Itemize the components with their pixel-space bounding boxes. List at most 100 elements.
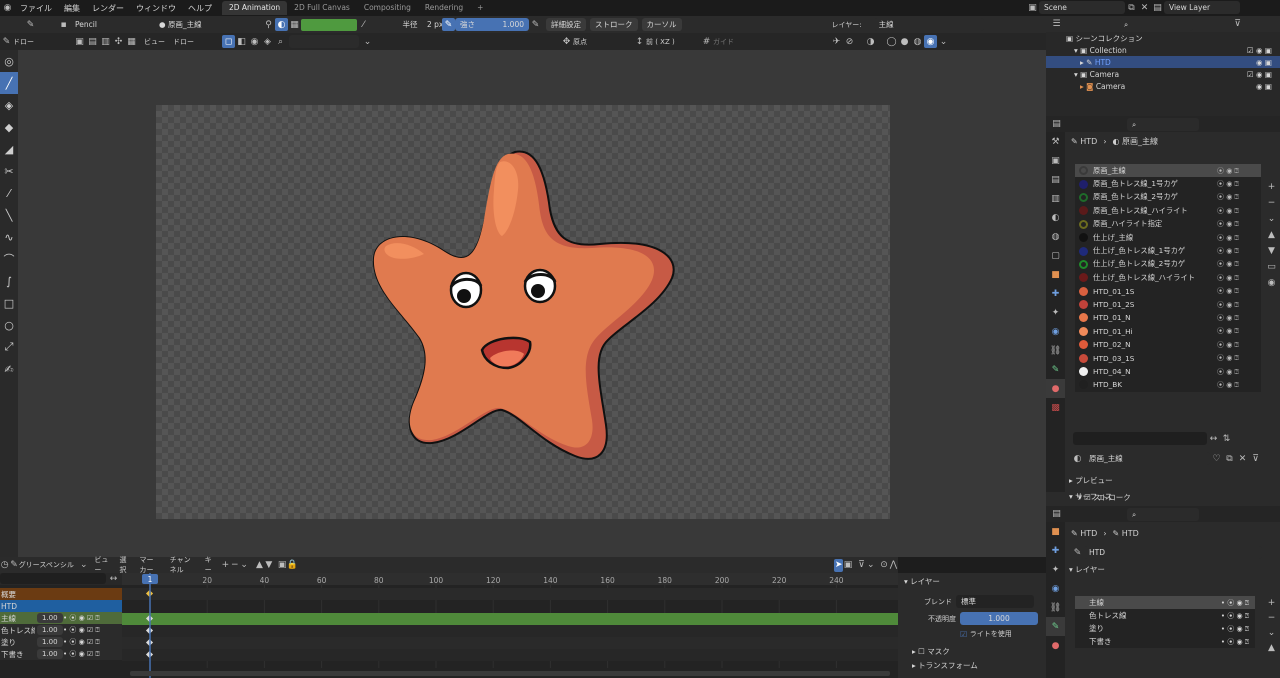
cutter-tool-icon[interactable]: ✂ xyxy=(0,160,18,182)
render-tab-icon[interactable]: ▣ xyxy=(1046,151,1065,170)
origin-dropdown[interactable]: 原点 xyxy=(573,37,633,47)
polyline-tool-icon[interactable]: ∿ xyxy=(0,226,18,248)
sort-icon[interactable]: ⇅ xyxy=(1220,432,1233,445)
layers-section[interactable]: ▾ レイヤー xyxy=(1065,563,1280,575)
layer-props-section[interactable]: ▾ レイヤー xyxy=(898,575,1046,587)
material-slot-toggles-icon[interactable]: ⦿ ◉ ⍰ xyxy=(1217,340,1239,350)
channel-toggles-icon[interactable]: • ⦿ ◉ ☑ ⍰ xyxy=(63,613,100,623)
overlay-icon[interactable]: ⊘ xyxy=(843,35,856,48)
color-swatch[interactable] xyxy=(301,18,357,31)
modifier-tab-icon[interactable]: ✚ xyxy=(1046,284,1065,303)
dopesheet-menu-channel[interactable]: チャンネル xyxy=(170,555,195,575)
only-selected-icon[interactable]: ⌄ xyxy=(866,559,875,572)
slot-lock-icon[interactable]: ▭ xyxy=(1265,260,1278,273)
mode-dropdown[interactable]: ドロー xyxy=(13,37,73,47)
select-mode-icon[interactable]: ▣ xyxy=(73,35,86,48)
tab-2d-animation[interactable]: 2D Animation xyxy=(222,1,288,15)
layer-field[interactable]: 主線 xyxy=(873,18,984,31)
blender-logo-icon[interactable]: ◉ xyxy=(1,2,14,15)
dopesheet-mode-chevron-icon[interactable]: ⌄ xyxy=(79,559,88,572)
material-slot-toggles-icon[interactable]: ⦿ ◉ ⍰ xyxy=(1217,206,1239,216)
material-slot-toggles-icon[interactable]: ⦿ ◉ ⍰ xyxy=(1217,233,1239,243)
layer-item[interactable]: 主線 • ⦿ ◉ ⍰ xyxy=(1075,596,1255,609)
data-tab-icon-2[interactable]: ✎ xyxy=(1046,617,1065,636)
material-slot[interactable]: 原画_色トレス線_ハイライト ⦿ ◉ ⍰ xyxy=(1075,204,1261,217)
world-tab-icon[interactable]: ◍ xyxy=(1046,227,1065,246)
duplicate-material-icon[interactable]: ⧉ xyxy=(1223,452,1236,465)
object-tab-icon-2[interactable]: ■ xyxy=(1046,522,1065,541)
wireframe-shading-icon[interactable]: ◯ xyxy=(885,35,898,48)
sort-alpha-icon[interactable]: ↔ xyxy=(1207,432,1220,445)
channel-opacity-field[interactable]: 1.00 xyxy=(37,625,63,635)
material-slot[interactable]: 仕上げ_色トレス線_1号カゲ ⦿ ◉ ⍰ xyxy=(1075,244,1261,257)
horizontal-scrollbar[interactable] xyxy=(130,671,890,676)
xray-icon[interactable]: ◑ xyxy=(864,35,877,48)
channel-toggles-icon[interactable]: • ⦿ ◉ ☑ ⍰ xyxy=(63,637,100,647)
camera-visibility-icon[interactable]: ☑ ◉ ▣ xyxy=(1247,70,1272,79)
object-tab-icon[interactable]: ■ xyxy=(1046,265,1065,284)
outliner-item-htd[interactable]: ▸ ✎ HTD ◉ ▣ xyxy=(1046,56,1280,68)
radius-value[interactable]: 2 px xyxy=(422,18,442,31)
outliner-item-collection[interactable]: ▾ ▣ Collection ☑ ◉ ▣ xyxy=(1046,44,1280,56)
physics-tab-icon[interactable]: ◉ xyxy=(1046,322,1065,341)
material-slot-toggles-icon[interactable]: ⦿ ◉ ⍰ xyxy=(1217,367,1239,377)
weight-icon[interactable]: ◈ xyxy=(261,35,274,48)
material-slot-toggles-icon[interactable]: ⦿ ◉ ⍰ xyxy=(1217,380,1239,390)
stroke-checkbox-icon[interactable]: ▾ ☑ xyxy=(1078,493,1093,502)
copy-scene-icon[interactable]: ⧉ xyxy=(1125,1,1138,14)
material-slot[interactable]: HTD_02_N ⦿ ◉ ⍰ xyxy=(1075,338,1261,351)
visibility-icon[interactable]: ☑ ◉ ▣ xyxy=(1247,46,1272,55)
menu-render[interactable]: レンダー xyxy=(86,3,130,14)
material-slot-toggles-icon[interactable]: ⦿ ◉ ⍰ xyxy=(1217,353,1239,363)
tab-2d-full-canvas[interactable]: 2D Full Canvas xyxy=(287,1,357,15)
material-slot[interactable]: 仕上げ_主線 ⦿ ◉ ⍰ xyxy=(1075,231,1261,244)
blend-dropdown[interactable]: 標準 xyxy=(956,595,1034,608)
remove-layer-icon[interactable]: − xyxy=(1265,611,1278,624)
annotate-tool-icon[interactable]: ✍ xyxy=(0,358,18,380)
dopesheet-menu-select[interactable]: 選択 xyxy=(119,555,129,575)
erase-tool-icon[interactable]: ◆ xyxy=(0,116,18,138)
cursor-select-icon[interactable]: ◻ xyxy=(222,35,235,48)
edit-lines-icon[interactable]: ▦ xyxy=(125,35,138,48)
material-slot[interactable]: 原画_色トレス線_2号カゲ ⦿ ◉ ⍰ xyxy=(1075,191,1261,204)
outliner-editor-icon[interactable]: ☰ xyxy=(1050,18,1063,31)
stroke-dropdown[interactable]: ストローク xyxy=(590,18,638,31)
material-slot[interactable]: HTD_01_2S ⦿ ◉ ⍰ xyxy=(1075,298,1261,311)
material-filter-input[interactable] xyxy=(1073,432,1207,445)
channel-opacity-field[interactable]: 1.00 xyxy=(37,613,63,623)
channel-toggles-icon[interactable]: • ⦿ ◉ ☑ ⍰ xyxy=(63,649,100,659)
preview-section[interactable]: ▸ プレビュー xyxy=(1069,474,1113,486)
outliner-search[interactable]: ⌕ xyxy=(1119,17,1193,31)
box-tool-icon[interactable]: □ xyxy=(0,292,18,314)
move-down-icon[interactable]: ▼ xyxy=(1265,244,1278,257)
proportional-icon[interactable]: ⋀ xyxy=(889,559,898,572)
layer-toggles-icon[interactable]: • ⦿ ◉ ⍰ xyxy=(1221,637,1249,647)
strength-slider[interactable]: 強さ 1.000 xyxy=(455,18,529,31)
pressure-strength-icon[interactable]: ✎ xyxy=(529,18,542,31)
layer-up-icon[interactable]: ▲ xyxy=(1265,641,1278,654)
chevron-down-icon[interactable]: ⌄ xyxy=(361,35,374,48)
layer-up-arrow-icon[interactable]: ▲ xyxy=(255,559,264,572)
material-slot[interactable]: HTD_01_N ⦿ ◉ ⍰ xyxy=(1075,311,1261,324)
dopesheet-editor-icon[interactable]: ◷ xyxy=(0,559,9,572)
tint-tool-icon[interactable]: ◢ xyxy=(0,138,18,160)
material-slot-toggles-icon[interactable]: ⦿ ◉ ⍰ xyxy=(1217,219,1239,229)
filter-icon[interactable]: ⊽ xyxy=(1231,18,1244,31)
add-layer-plus-icon[interactable]: + xyxy=(221,559,230,572)
material-slot[interactable]: 原画_色トレス線_1号カゲ ⦿ ◉ ⍰ xyxy=(1075,177,1261,190)
material-slot-toggles-icon[interactable]: ⦿ ◉ ⍰ xyxy=(1217,246,1239,256)
material-slot[interactable]: HTD_03_1S ⦿ ◉ ⍰ xyxy=(1075,351,1261,364)
eyedropper-icon[interactable]: ⁄ xyxy=(357,18,370,31)
channel-row[interactable]: 色トレス線 1.00 • ⦿ ◉ ☑ ⍰ xyxy=(0,624,122,636)
cursor-tool-icon[interactable]: ◎ xyxy=(0,50,18,72)
color-mode-icon[interactable]: ◐ xyxy=(275,18,288,31)
modifier-tab-icon-2[interactable]: ✚ xyxy=(1046,541,1065,560)
opacity-slider[interactable]: 1.000 xyxy=(960,612,1038,625)
material-slot[interactable]: HTD_BK ⦿ ◉ ⍰ xyxy=(1075,378,1261,391)
box-select-icon[interactable]: ▣ xyxy=(843,559,853,572)
swap-icon[interactable]: ↔ xyxy=(107,572,120,585)
lasso-icon[interactable]: ▥ xyxy=(99,35,112,48)
effects-tab-icon-2[interactable]: ✦ xyxy=(1046,560,1065,579)
transform-section[interactable]: ▸ トランスフォーム xyxy=(898,659,1046,671)
dopesheet-filter-icon[interactable]: ⊽ xyxy=(857,559,866,572)
